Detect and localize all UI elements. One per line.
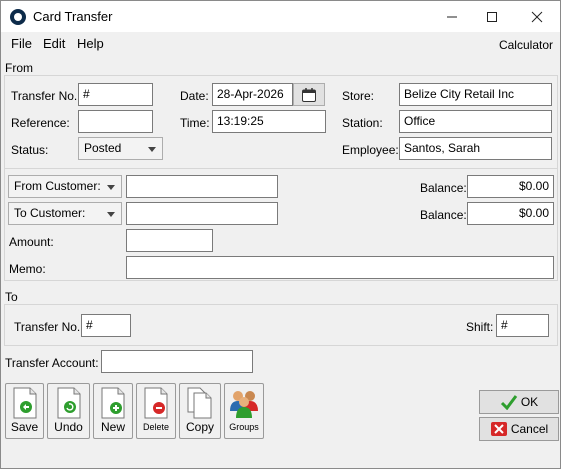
reference-field[interactable] [78,110,153,133]
employee-field[interactable]: Santos, Sarah [399,137,552,160]
calculator-link[interactable]: Calculator [499,38,553,52]
time-label: Time: [180,116,210,130]
close-button[interactable] [517,5,557,29]
status-select[interactable]: Posted [78,137,163,160]
amount-field[interactable] [126,229,213,252]
employee-label: Employee: [342,143,399,157]
from-customer-select[interactable]: From Customer: [8,175,122,198]
ok-label: OK [520,395,539,409]
save-icon [13,387,36,419]
calendar-button[interactable] [293,83,325,106]
transfer-account-label: Transfer Account: [5,356,99,370]
from-balance-label: Balance: [420,181,467,195]
menu-bar: File Edit Help Calculator [1,32,560,54]
new-button[interactable]: New [93,383,133,439]
title-bar: Card Transfer [1,1,560,32]
undo-button[interactable]: Undo [47,383,90,439]
groups-icon [230,391,258,418]
groups-button[interactable]: Groups [224,383,264,439]
amount-label: Amount: [9,235,54,249]
save-button[interactable]: Save [5,383,44,439]
status-value: Posted [84,141,122,155]
to-transfer-no-field[interactable]: # [81,314,131,337]
chevron-down-icon [107,185,115,190]
to-balance-field: $0.00 [467,202,554,225]
maximize-button[interactable] [472,5,512,29]
time-field[interactable]: 13:19:25 [212,110,326,133]
from-customer-label: From Customer: [14,179,101,193]
transfer-no-label: Transfer No. [11,89,78,103]
chevron-down-icon [107,212,115,217]
save-label: Save [10,420,39,434]
groups-label: Groups [229,422,259,432]
to-customer-label: To Customer: [14,206,86,220]
date-field[interactable]: 28-Apr-2026 [212,83,293,106]
to-transfer-no-label: Transfer No. [14,320,81,334]
delete-label: Delete [142,422,169,432]
undo-label: Undo [54,420,83,434]
store-label: Store: [342,89,375,103]
to-section-label: To [5,290,18,304]
copy-button[interactable]: Copy [179,383,221,439]
menu-edit[interactable]: Edit [43,36,65,51]
to-balance-label: Balance: [420,208,467,222]
copy-icon [187,387,212,419]
station-field[interactable]: Office [399,110,552,133]
delete-icon [144,387,168,419]
date-label: Date: [180,89,209,103]
maximize-icon [487,12,497,22]
chevron-down-icon [148,147,156,152]
calendar-icon [302,87,316,102]
reference-label: Reference: [11,116,70,130]
to-customer-select[interactable]: To Customer: [8,202,122,225]
delete-button[interactable]: Delete [136,383,176,439]
cancel-label: Cancel [510,422,549,436]
from-section-label: From [5,61,33,75]
to-customer-field[interactable] [126,202,278,225]
close-icon [531,11,543,23]
memo-label: Memo: [9,262,46,276]
from-customer-field[interactable] [126,175,278,198]
undo-icon [57,387,80,419]
app-icon [10,9,26,25]
transfer-no-field[interactable]: # [78,83,153,106]
ok-button[interactable]: OK [479,390,559,414]
card-transfer-window: Card Transfer File Edit Help Calculator … [0,0,561,469]
checkmark-icon [500,395,518,410]
station-label: Station: [342,116,383,130]
shift-label: Shift: [466,320,494,334]
transfer-account-field[interactable] [101,350,253,373]
store-field[interactable]: Belize City Retail Inc [399,83,552,106]
window-title: Card Transfer [33,9,113,24]
cancel-x-icon [490,422,507,436]
minimize-button[interactable] [432,5,472,29]
status-label: Status: [11,143,49,157]
shift-field[interactable]: # [496,314,549,337]
copy-label: Copy [185,420,214,434]
menu-help[interactable]: Help [77,36,104,51]
menu-file[interactable]: File [11,36,32,51]
memo-field[interactable] [126,256,554,279]
new-label: New [100,420,125,434]
from-balance-field: $0.00 [467,175,554,198]
cancel-button[interactable]: Cancel [479,417,559,441]
minimize-icon [447,16,457,18]
new-icon [101,387,125,419]
